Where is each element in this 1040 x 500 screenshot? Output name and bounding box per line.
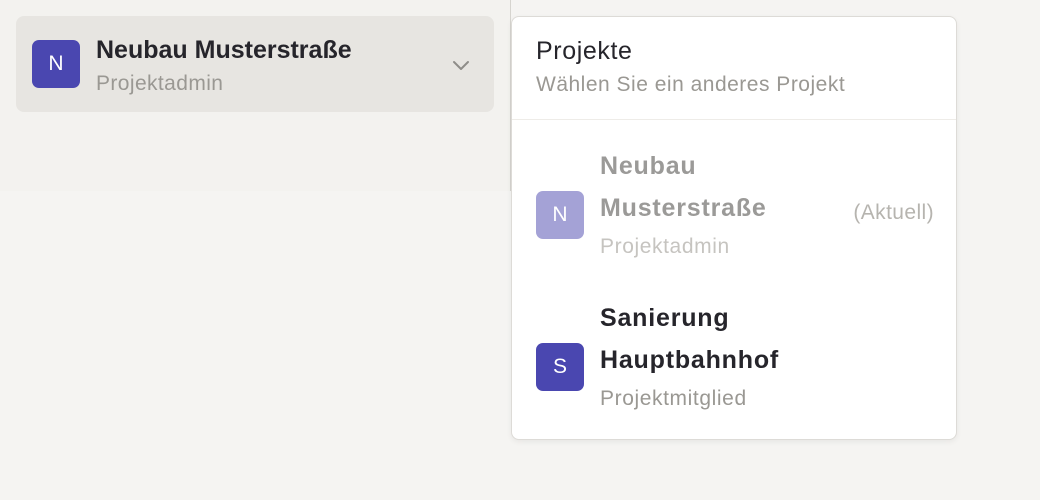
project-avatar: N xyxy=(32,40,80,88)
project-option[interactable]: S Sanierung Hauptbahnhof Projektmitglied xyxy=(512,297,956,437)
project-option-current[interactable]: N Neubau Musterstraße Projektadmin (Aktu… xyxy=(512,145,956,285)
project-option-avatar: S xyxy=(536,343,584,391)
project-option-name: Sanierung Hauptbahnhof xyxy=(600,304,780,374)
project-option-role: Projektadmin xyxy=(600,235,730,258)
dropdown-divider xyxy=(512,119,956,120)
dropdown-subtitle: Wählen Sie ein anderes Projekt xyxy=(536,73,846,96)
current-project-name: Neubau Musterstraße xyxy=(96,36,352,64)
project-option-role: Projektmitglied xyxy=(600,387,747,410)
current-project-badge: (Aktuell) xyxy=(853,201,934,224)
project-dropdown: Projekte Wählen Sie ein anderes Projekt … xyxy=(511,16,957,440)
current-project-role: Projektadmin xyxy=(96,72,224,95)
chevron-down-icon xyxy=(453,61,469,70)
dropdown-title: Projekte xyxy=(536,37,633,65)
project-option-avatar: N xyxy=(536,191,584,239)
project-option-name: Neubau Musterstraße xyxy=(600,152,767,222)
app-page: N Neubau Musterstraße Projektadmin Proje… xyxy=(0,0,1040,500)
project-switcher-button[interactable]: N Neubau Musterstraße Projektadmin xyxy=(16,16,494,112)
